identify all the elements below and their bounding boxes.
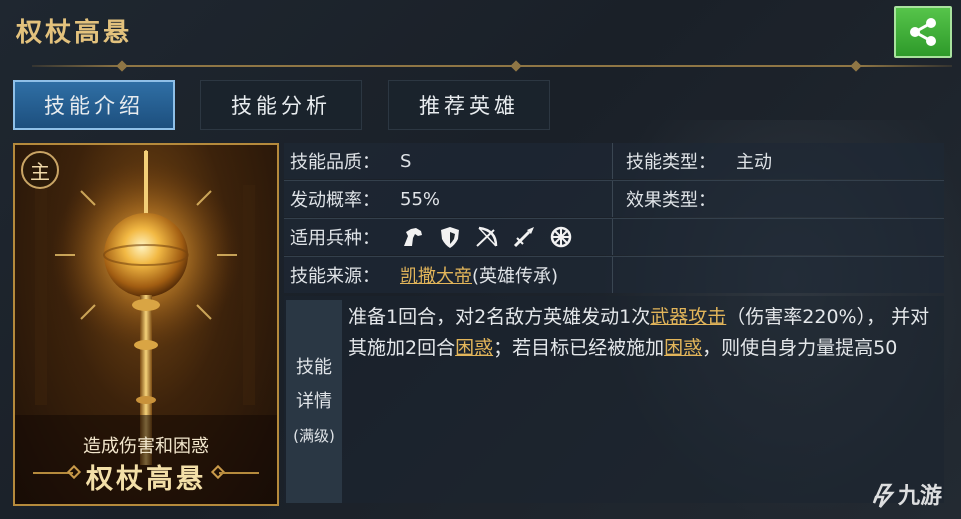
source-suffix: (英雄传承) — [472, 266, 559, 287]
detail-label-line2: 详情 — [296, 390, 332, 412]
info-row-troops: 适用兵种： — [284, 219, 944, 255]
detail-label-line1: 技能 — [296, 356, 332, 378]
tab-recommended-heroes[interactable]: 推荐英雄 — [388, 80, 550, 130]
card-skill-name: 权杖高悬 — [86, 464, 206, 495]
jiuyou-logo-icon — [872, 483, 895, 508]
info-row-source: 技能来源： 凯撒大帝 (英雄传承) — [284, 257, 944, 293]
source-label: 技能来源： — [290, 266, 380, 287]
confusion-link[interactable]: 困惑 — [664, 337, 702, 359]
archer-icon — [474, 224, 500, 250]
shield-infantry-icon — [437, 224, 463, 250]
rate-label: 发动概率： — [290, 190, 380, 211]
watermark: 九游 — [868, 478, 942, 510]
detail-description: 准备1回合，对2名敌方英雄发动1次武器攻击（伤害率220%）， 并对其施加2回合… — [348, 302, 936, 364]
tab-skill-intro[interactable]: 技能介绍 — [13, 80, 175, 130]
divider-ornament — [850, 60, 862, 72]
divider-ornament — [116, 60, 128, 72]
troop-icons — [400, 219, 585, 255]
detail-text-part: ；若目标已经被施加 — [493, 337, 665, 359]
detail-text-part: 准备1回合，对2名敌方英雄发动1次 — [348, 306, 651, 328]
effect-label: 效果类型： — [626, 190, 716, 211]
skill-card: 主 造成伤害和困惑 权杖高悬 — [13, 143, 279, 506]
skill-detail-panel: 技能 详情 (满级) 准备1回合，对2名敌方英雄发动1次武器攻击（伤害率220%… — [284, 296, 944, 503]
chariot-wheel-icon — [548, 224, 574, 250]
share-button[interactable] — [894, 6, 952, 58]
troops-label: 适用兵种： — [290, 228, 380, 249]
card-subtitle: 造成伤害和困惑 — [83, 436, 209, 457]
page-title: 权杖高悬 — [16, 18, 133, 48]
column-separator — [612, 143, 613, 179]
confusion-link[interactable]: 困惑 — [455, 337, 493, 359]
type-value: 主动 — [736, 152, 772, 173]
column-separator — [612, 257, 613, 293]
cavalry-icon — [400, 224, 426, 250]
share-icon — [910, 18, 936, 46]
detail-text-part: ，则使自身力量提高50 — [702, 337, 898, 359]
column-separator — [612, 181, 613, 217]
watermark-text: 九游 — [898, 484, 943, 509]
rate-value: 55% — [400, 188, 441, 210]
tab-skill-analysis[interactable]: 技能分析 — [200, 80, 362, 130]
hero-link-caesar[interactable]: 凯撒大帝 — [400, 262, 472, 288]
quality-value: S — [400, 150, 412, 172]
divider-ornament — [510, 60, 522, 72]
active-skill-badge: 主 — [21, 151, 59, 189]
weapon-attack-link[interactable]: 武器攻击 — [650, 306, 726, 328]
spear-icon — [511, 224, 537, 250]
quality-label: 技能品质： — [290, 152, 380, 173]
info-row-quality: 技能品质： S 技能类型： 主动 — [284, 143, 944, 179]
title-divider — [32, 60, 952, 72]
type-label: 技能类型： — [626, 152, 716, 173]
detail-label: 技能 详情 (满级) — [286, 300, 342, 503]
column-separator — [612, 219, 613, 255]
source-value: 凯撒大帝 (英雄传承) — [400, 257, 558, 293]
detail-label-level: (满级) — [293, 426, 335, 445]
info-row-rate: 发动概率： 55% 效果类型： — [284, 181, 944, 217]
